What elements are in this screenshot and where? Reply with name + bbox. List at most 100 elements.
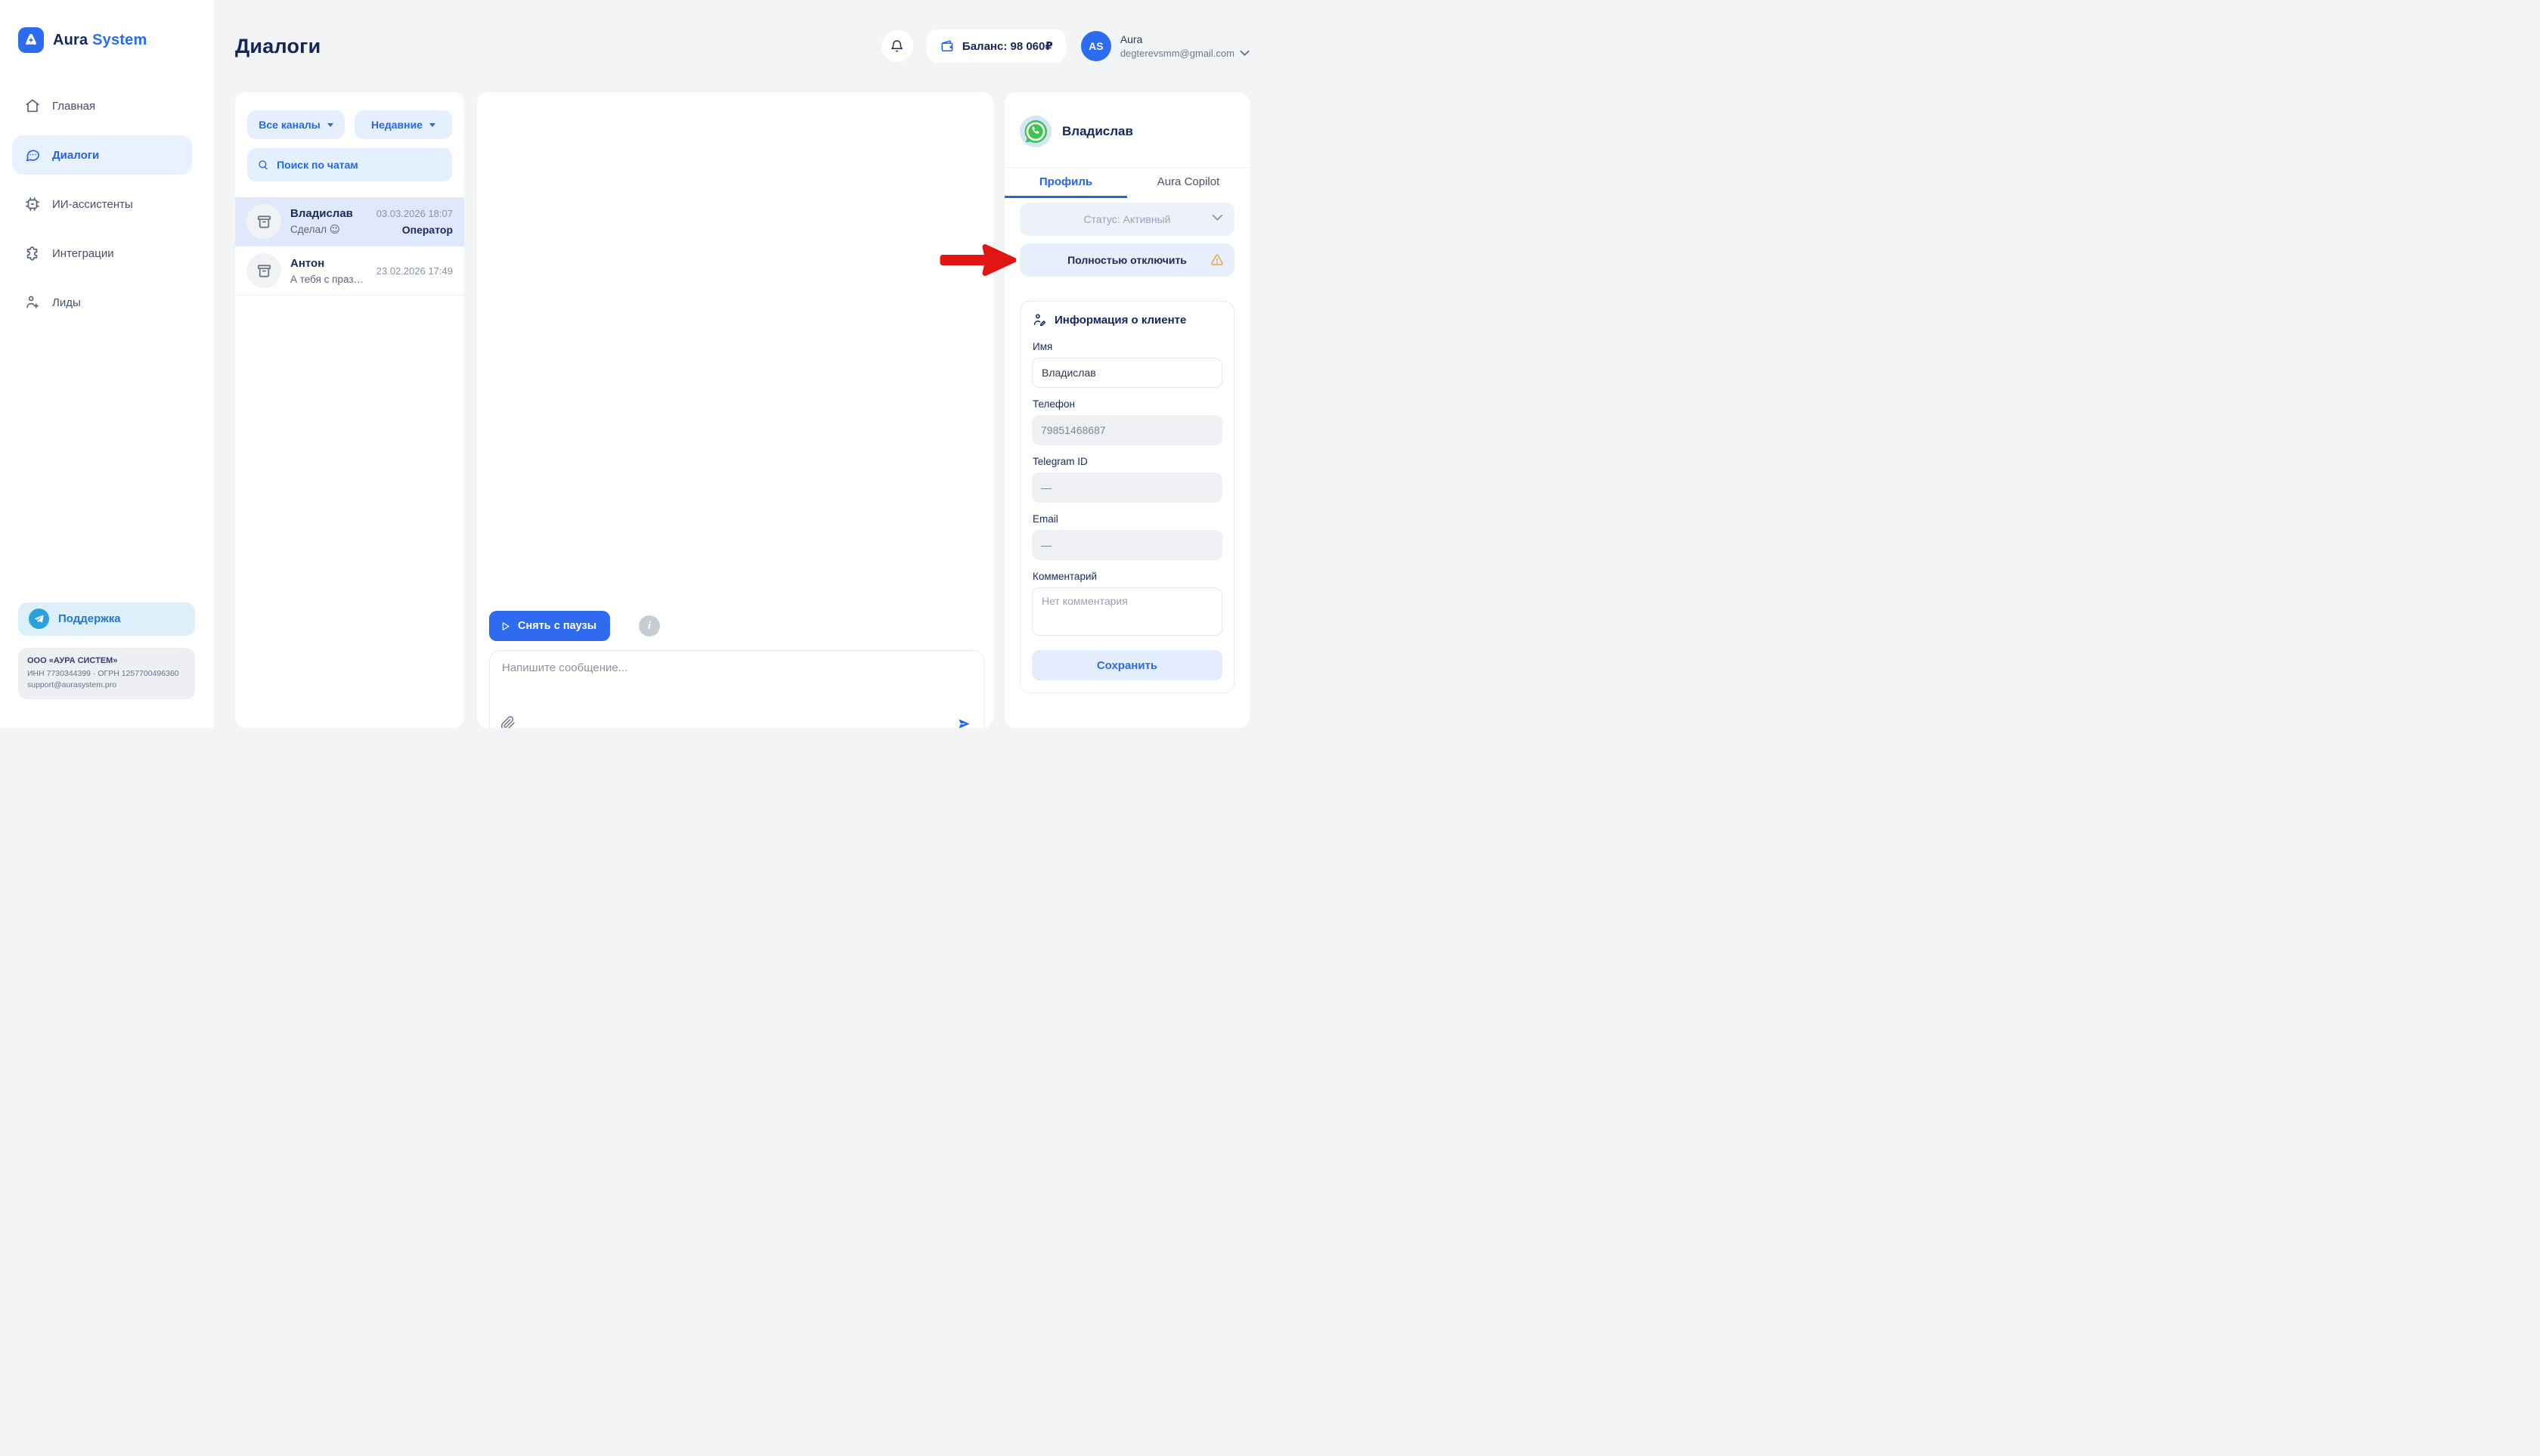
sort-filter-label: Недавние	[371, 119, 423, 131]
resume-from-pause-button[interactable]: Снять с паузы	[489, 611, 610, 641]
balance-label: Баланс: 98 060₽	[962, 39, 1053, 53]
client-name: Владислав	[1062, 124, 1133, 139]
chat-name: Антон	[290, 257, 367, 270]
name-field[interactable]	[1032, 358, 1222, 388]
message-input[interactable]	[502, 661, 971, 701]
chat-row-meta: 03.03.2026 18:07 Оператор	[376, 208, 453, 236]
chat-operator-badge: Оператор	[376, 224, 453, 236]
user-plus-icon	[24, 294, 41, 311]
user-menu-trigger[interactable]: degterevsmm@gmail.com	[1120, 48, 1250, 59]
support-button[interactable]: Поддержка	[18, 603, 195, 636]
chat-preview: Сделал 😉	[290, 224, 367, 236]
chat-date: 03.03.2026 18:07	[376, 208, 453, 219]
field-label-comment: Комментарий	[1033, 571, 1222, 582]
client-info-card: Информация о клиенте Имя Телефон 7985146…	[1020, 301, 1234, 693]
main-area: Диалоги Баланс: 98 060₽ AS Aura degterev…	[213, 0, 1270, 728]
company-email: support@aurasystem.pro	[27, 680, 186, 691]
sidebar-item-dialogs[interactable]: Диалоги	[12, 135, 192, 175]
sidebar-item-ai-assistants[interactable]: ИИ-ассистенты	[12, 184, 192, 224]
sidebar-item-label: Главная	[52, 100, 95, 113]
resume-label: Снять с паузы	[518, 620, 596, 632]
caret-down-icon	[429, 123, 435, 127]
sidebar-item-integrations[interactable]: Интеграции	[12, 234, 192, 273]
page-title: Диалоги	[235, 35, 321, 58]
sidebar-item-home[interactable]: Главная	[12, 86, 192, 125]
user-email: degterevsmm@gmail.com	[1120, 48, 1234, 59]
fully-disable-button[interactable]: Полностью отключить	[1020, 243, 1234, 277]
puzzle-icon	[24, 245, 41, 262]
sidebar-item-label: ИИ-ассистенты	[52, 198, 133, 211]
archive-box-icon	[256, 262, 273, 280]
chat-name: Владислав	[290, 207, 367, 220]
client-panel: Владислав Профиль Aura Copilot Статус: А…	[1005, 92, 1250, 728]
chat-avatar	[246, 253, 281, 288]
search-icon	[257, 158, 269, 172]
user-name: Aura	[1120, 33, 1250, 45]
company-info-card: ООО «АУРА СИСТЕМ» ИНН 7730344399 · ОГРН …	[18, 648, 195, 699]
field-label-telegram-id: Telegram ID	[1033, 456, 1222, 467]
user-edit-icon	[1032, 312, 1047, 327]
sidebar-item-leads[interactable]: Лиды	[12, 283, 192, 322]
home-icon	[24, 98, 41, 114]
field-label-name: Имя	[1033, 341, 1222, 352]
user-avatar[interactable]: AS	[1081, 31, 1111, 61]
content-row: Все каналы Недавние	[235, 92, 1250, 728]
chat-avatar	[246, 204, 281, 239]
caret-down-icon	[327, 123, 333, 127]
tab-profile[interactable]: Профиль	[1005, 168, 1127, 198]
sidebar-nav: Главная Диалоги ИИ-ассистенты Интеграции…	[0, 86, 213, 332]
sort-filter-dropdown[interactable]: Недавние	[355, 110, 452, 139]
user-meta: Aura degterevsmm@gmail.com	[1120, 33, 1250, 59]
chat-area: Снять с паузы i	[477, 92, 993, 728]
balance-button[interactable]: Баланс: 98 060₽	[927, 29, 1066, 63]
channels-filter-label: Все каналы	[259, 119, 320, 131]
client-info-title: Информация о клиенте	[1055, 314, 1186, 327]
paperclip-icon[interactable]	[500, 716, 516, 728]
message-composer	[489, 650, 984, 728]
status-dropdown[interactable]: Статус: Активный	[1020, 203, 1234, 236]
field-label-email: Email	[1033, 513, 1222, 525]
chat-filters: Все каналы Недавние	[247, 110, 452, 139]
sidebar-footer: Поддержка ООО «АУРА СИСТЕМ» ИНН 77303443…	[0, 603, 213, 728]
warning-triangle-icon	[1210, 253, 1224, 267]
info-icon[interactable]: i	[639, 615, 660, 637]
brand-secondary: System	[92, 32, 147, 48]
chat-row-texts: Владислав Сделал 😉	[290, 207, 367, 236]
brand-name: Aura System	[53, 32, 147, 49]
sidebar-item-label: Лиды	[52, 296, 81, 309]
client-info-header: Информация о клиенте	[1032, 312, 1222, 327]
client-header: Владислав	[1005, 92, 1250, 168]
sidebar: Aura System Главная Диалоги ИИ-ассистент…	[0, 0, 213, 728]
chat-row-meta: 23.02.2026 17:49	[376, 265, 453, 277]
status-label: Статус: Активный	[1084, 213, 1171, 225]
wallet-icon	[940, 39, 955, 54]
support-label: Поддержка	[58, 612, 121, 625]
chat-row-vladislav[interactable]: Владислав Сделал 😉 03.03.2026 18:07 Опер…	[235, 197, 464, 246]
chat-search-input[interactable]	[277, 159, 442, 171]
chat-row-texts: Антон А тебя с праз…	[290, 257, 367, 285]
save-button[interactable]: Сохранить	[1032, 650, 1222, 680]
notifications-button[interactable]	[881, 30, 913, 62]
company-name: ООО «АУРА СИСТЕМ»	[27, 656, 186, 665]
sidebar-item-label: Диалоги	[52, 149, 99, 162]
comment-field[interactable]	[1032, 587, 1222, 636]
company-registration: ИНН 7730344399 · ОГРН 1257700496360	[27, 668, 186, 680]
chat-row-anton[interactable]: Антон А тебя с праз… 23.02.2026 17:49	[235, 246, 464, 296]
channels-filter-dropdown[interactable]: Все каналы	[247, 110, 345, 139]
chat-rows: Владислав Сделал 😉 03.03.2026 18:07 Опер…	[235, 197, 464, 296]
chevron-down-icon	[1212, 214, 1223, 221]
chat-preview: А тебя с праз…	[290, 274, 367, 285]
play-icon	[500, 621, 511, 632]
fully-disable-label: Полностью отключить	[1067, 254, 1187, 266]
phone-field: 79851468687	[1032, 415, 1222, 445]
brand-primary: Aura	[53, 32, 88, 48]
chat-date: 23.02.2026 17:49	[376, 265, 453, 277]
bell-icon	[890, 39, 904, 54]
chat-bubble-icon	[24, 147, 41, 163]
field-label-phone: Телефон	[1033, 398, 1222, 410]
send-icon[interactable]	[957, 717, 971, 728]
composer-toolbar	[500, 716, 971, 728]
tab-aura-copilot[interactable]: Aura Copilot	[1127, 168, 1250, 198]
brand-logo[interactable]: Aura System	[18, 27, 213, 53]
telegram-icon	[29, 609, 49, 629]
